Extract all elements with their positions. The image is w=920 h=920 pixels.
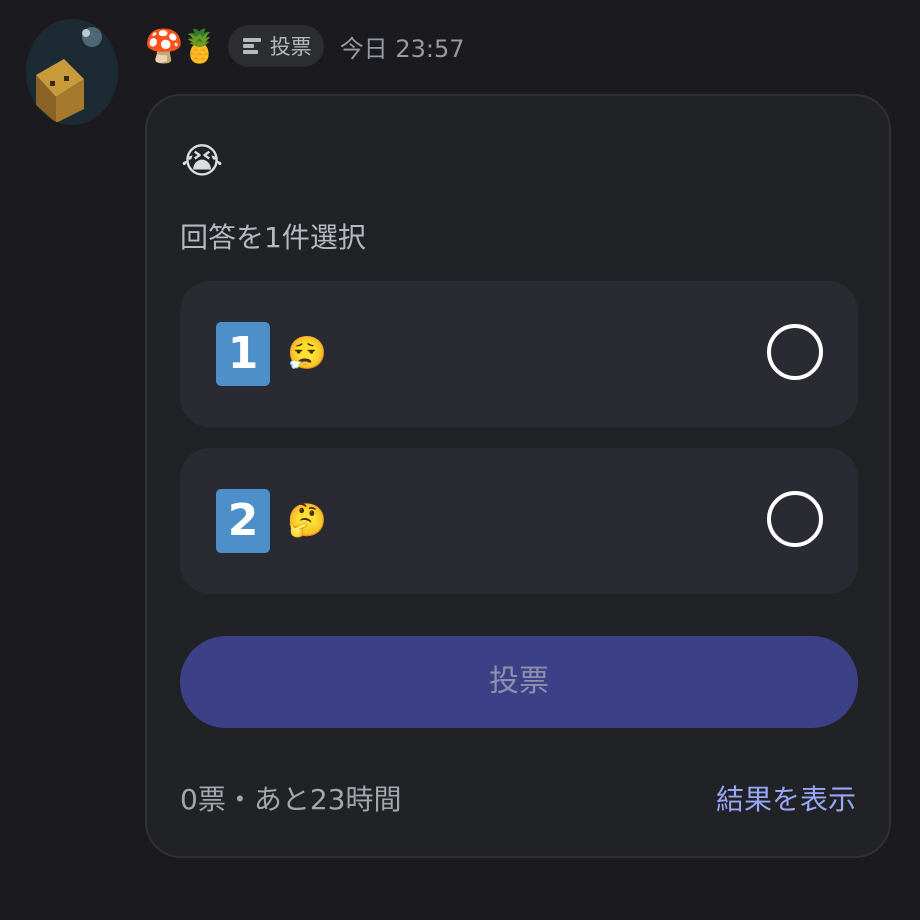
timestamp: 今日 23:57 bbox=[339, 34, 465, 63]
radio-button-1[interactable] bbox=[767, 324, 823, 380]
option-1-emoji: 😮‍💨 bbox=[287, 334, 327, 372]
avatar[interactable] bbox=[26, 19, 118, 125]
poll-status: 0票・あと23時間 bbox=[180, 783, 402, 816]
poll-instruction: 回答を1件選択 bbox=[180, 221, 366, 254]
keycap-1-icon: 1 bbox=[216, 322, 270, 386]
keycap-2-icon: 2 bbox=[216, 489, 270, 553]
username[interactable]: 🍄🍍 bbox=[144, 22, 220, 70]
avatar-image-icon bbox=[26, 19, 118, 125]
poll-option-1[interactable]: 1 😮‍💨 bbox=[180, 281, 858, 427]
message-header: 🍄🍍 投票 今日 23:57 bbox=[144, 22, 464, 70]
vote-button[interactable]: 投票 bbox=[180, 636, 858, 728]
poll-icon bbox=[242, 38, 261, 54]
poll-tag-label: 投票 bbox=[269, 35, 312, 59]
poll-question: 😭 bbox=[181, 141, 224, 182]
message-root: 🍄🍍 投票 今日 23:57 😭 回答を1件選択 1 😮‍💨 2 🤔 投票 0票… bbox=[0, 0, 920, 920]
poll-option-2[interactable]: 2 🤔 bbox=[180, 448, 858, 594]
option-2-emoji: 🤔 bbox=[287, 501, 327, 539]
radio-button-2[interactable] bbox=[767, 491, 823, 547]
poll-tag: 投票 bbox=[227, 25, 324, 67]
show-results-link[interactable]: 結果を表示 bbox=[716, 778, 856, 818]
poll-card: 😭 回答を1件選択 1 😮‍💨 2 🤔 投票 0票・あと23時間 結果を表示 bbox=[145, 94, 891, 858]
